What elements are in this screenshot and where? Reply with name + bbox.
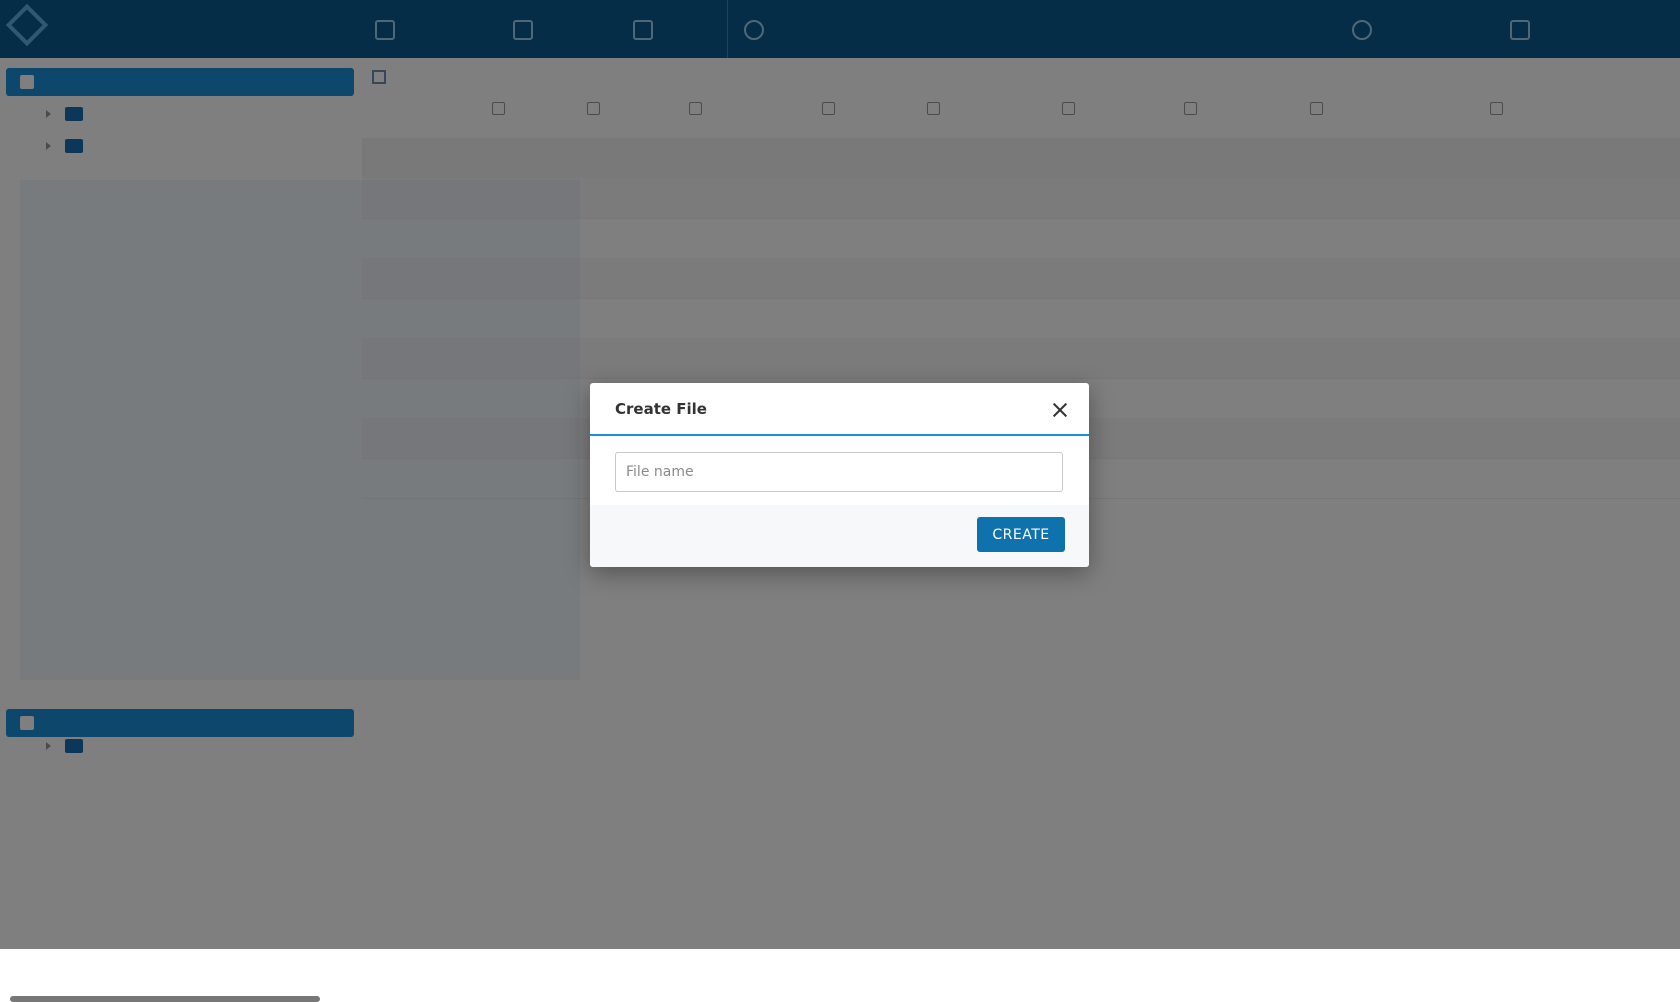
dialog-header: Create File [590, 383, 1089, 436]
dialog-body [590, 436, 1089, 504]
dialog-footer: CREATE [590, 505, 1089, 567]
close-icon[interactable] [1049, 399, 1071, 421]
create-button[interactable]: CREATE [977, 517, 1065, 552]
dialog-title: Create File [615, 400, 707, 418]
create-file-dialog: Create File CREATE [590, 383, 1089, 567]
file-name-input[interactable] [615, 452, 1063, 492]
horizontal-scrollbar[interactable] [10, 996, 320, 1002]
